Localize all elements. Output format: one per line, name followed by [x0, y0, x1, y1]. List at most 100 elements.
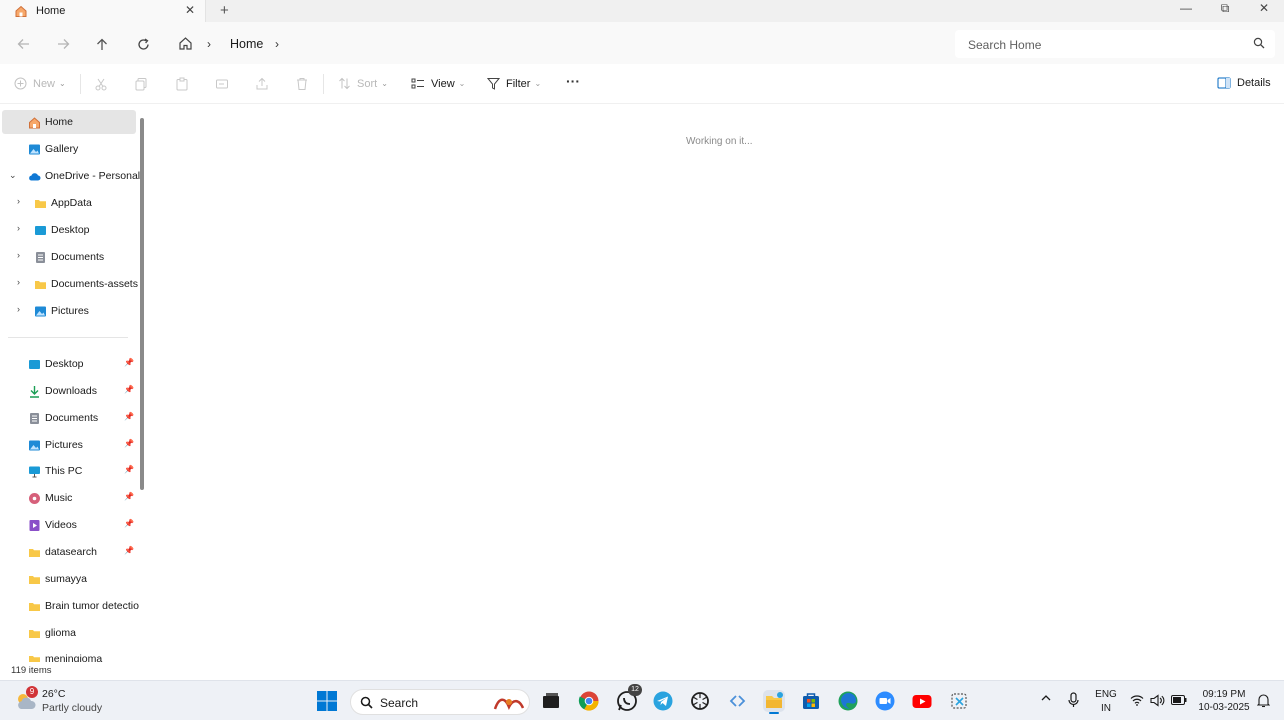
- clock-date[interactable]: 10-03-2025: [1194, 702, 1254, 713]
- new-tab-button[interactable]: +: [220, 2, 229, 19]
- sidebar-item-pictures[interactable]: Pictures 📌: [0, 433, 136, 457]
- share-icon[interactable]: [255, 77, 269, 91]
- telegram-app[interactable]: [652, 690, 674, 712]
- start-button[interactable]: [317, 691, 337, 714]
- chatgpt-app[interactable]: [689, 690, 711, 712]
- cut-icon[interactable]: [94, 77, 108, 91]
- sidebar-item-label: Music: [45, 492, 73, 504]
- restore-button[interactable]: ⧉: [1214, 1, 1236, 16]
- chevron-up-icon: [1041, 695, 1051, 701]
- zoom-app[interactable]: [874, 690, 896, 712]
- sidebar-item-documents-assets[interactable]: › Documents-assets: [0, 272, 140, 296]
- battery-icon: [1171, 695, 1187, 705]
- volume-button[interactable]: [1150, 694, 1165, 710]
- chrome-app[interactable]: [578, 690, 600, 712]
- youtube-app[interactable]: [911, 690, 933, 712]
- refresh-icon: [137, 37, 149, 50]
- sidebar-item-datasearch[interactable]: datasearch 📌: [0, 540, 136, 564]
- home-icon: [29, 116, 40, 128]
- chevron-right-icon[interactable]: ›: [17, 196, 20, 206]
- sidebar-item-sumayya[interactable]: sumayya: [0, 567, 136, 591]
- sidebar-item-label: sumayya: [45, 573, 88, 585]
- search-input[interactable]: Search Home: [955, 30, 1275, 58]
- show-hidden-icons-button[interactable]: [1040, 693, 1052, 706]
- filter-button[interactable]: Filter ⌄: [487, 77, 541, 90]
- language-indicator-bottom[interactable]: IN: [1094, 703, 1118, 714]
- sidebar-item-downloads[interactable]: Downloads 📌: [0, 379, 136, 403]
- tab-home[interactable]: Home ✕: [0, 0, 206, 22]
- sidebar-item-gallery[interactable]: Gallery: [0, 137, 136, 161]
- sort-button[interactable]: Sort ⌄: [338, 77, 388, 90]
- sidebar-item-appdata[interactable]: › AppData: [0, 191, 136, 215]
- taskbar-search[interactable]: Search: [350, 689, 530, 715]
- language-indicator-top[interactable]: ENG: [1094, 689, 1118, 700]
- chevron-right-icon[interactable]: ›: [17, 304, 20, 314]
- sidebar-item-label: Pictures: [51, 305, 89, 317]
- sidebar-item-this-pc[interactable]: This PC 📌: [0, 459, 136, 483]
- view-button[interactable]: View ⌄: [411, 77, 465, 90]
- task-view-button[interactable]: [540, 690, 562, 712]
- sidebar-item-videos[interactable]: Videos 📌: [0, 513, 136, 537]
- battery-button[interactable]: [1171, 695, 1187, 708]
- close-tab-button[interactable]: ✕: [185, 3, 195, 17]
- folder-icon: [29, 548, 40, 557]
- edge-app[interactable]: [837, 690, 859, 712]
- close-window-button[interactable]: ✕: [1253, 1, 1275, 15]
- clock-time[interactable]: 09:19 PM: [1196, 689, 1252, 700]
- file-explorer-app[interactable]: [763, 690, 785, 714]
- refresh-button[interactable]: [134, 35, 152, 53]
- notifications-button[interactable]: [1256, 693, 1271, 711]
- breadcrumb-home[interactable]: Home: [230, 37, 263, 51]
- status-bar: 119 items: [0, 662, 1284, 680]
- copy-icon[interactable]: [134, 77, 148, 91]
- chevron-down-icon[interactable]: ⌄: [9, 170, 17, 181]
- details-button[interactable]: Details: [1217, 77, 1271, 89]
- sidebar-item-onedrive-documents[interactable]: › Documents: [0, 245, 136, 269]
- chevron-right-icon[interactable]: ›: [275, 37, 279, 51]
- sidebar-item-label: Brain tumor detectio: [45, 600, 139, 612]
- sidebar-item-onedrive-desktop[interactable]: › Desktop: [0, 218, 136, 242]
- address-bar: › Home › Search Home: [0, 22, 1284, 64]
- forward-button[interactable]: [54, 35, 72, 53]
- chatgpt-icon: [691, 692, 709, 710]
- minimize-button[interactable]: —: [1175, 1, 1197, 15]
- sidebar-item-onedrive-pictures[interactable]: › Pictures: [0, 299, 136, 323]
- pin-icon: 📌: [124, 492, 134, 501]
- sidebar-item-label: datasearch: [45, 546, 97, 558]
- chevron-right-icon[interactable]: ›: [17, 250, 20, 260]
- folder-icon: [29, 629, 40, 638]
- download-icon: [30, 385, 39, 398]
- zoom-icon: [875, 691, 895, 711]
- tab-title: Home: [36, 5, 66, 17]
- whatsapp-app[interactable]: 12: [616, 684, 642, 712]
- sidebar-item-brain-tumor[interactable]: Brain tumor detectio: [0, 594, 140, 618]
- sidebar-item-desktop[interactable]: Desktop 📌: [0, 352, 136, 376]
- sidebar-item-music[interactable]: Music 📌: [0, 486, 136, 510]
- rename-icon[interactable]: [215, 77, 229, 91]
- microsoft-store-app[interactable]: [800, 690, 822, 712]
- task-view-icon: [543, 693, 559, 708]
- network-button[interactable]: [1130, 694, 1144, 709]
- sidebar-item-onedrive[interactable]: ⌄ OneDrive - Personal: [0, 164, 140, 188]
- more-options-button[interactable]: ···: [566, 73, 580, 89]
- up-button[interactable]: [93, 35, 111, 53]
- chevron-right-icon[interactable]: ›: [207, 37, 211, 51]
- search-icon: [1253, 37, 1265, 52]
- microphone-button[interactable]: [1068, 692, 1079, 711]
- documents-icon: [30, 412, 39, 424]
- snipping-tool-app[interactable]: [948, 690, 970, 712]
- sidebar-item-documents[interactable]: Documents 📌: [0, 406, 136, 430]
- search-highlight-icon: [493, 698, 525, 711]
- sidebar-item-meningioma[interactable]: meningioma: [0, 647, 136, 662]
- paste-icon[interactable]: [175, 77, 189, 91]
- sidebar-scrollbar[interactable]: [140, 118, 144, 490]
- new-button[interactable]: New ⌄: [14, 77, 66, 90]
- sidebar-item-glioma[interactable]: glioma: [0, 621, 136, 645]
- delete-icon[interactable]: [295, 77, 309, 91]
- sidebar-item-home[interactable]: Home: [2, 110, 136, 134]
- chevron-right-icon[interactable]: ›: [17, 223, 20, 233]
- chevron-right-icon[interactable]: ›: [17, 277, 20, 287]
- back-button[interactable]: [14, 35, 32, 53]
- vscode-app[interactable]: [726, 690, 748, 712]
- breadcrumb-home-button[interactable]: [178, 36, 193, 54]
